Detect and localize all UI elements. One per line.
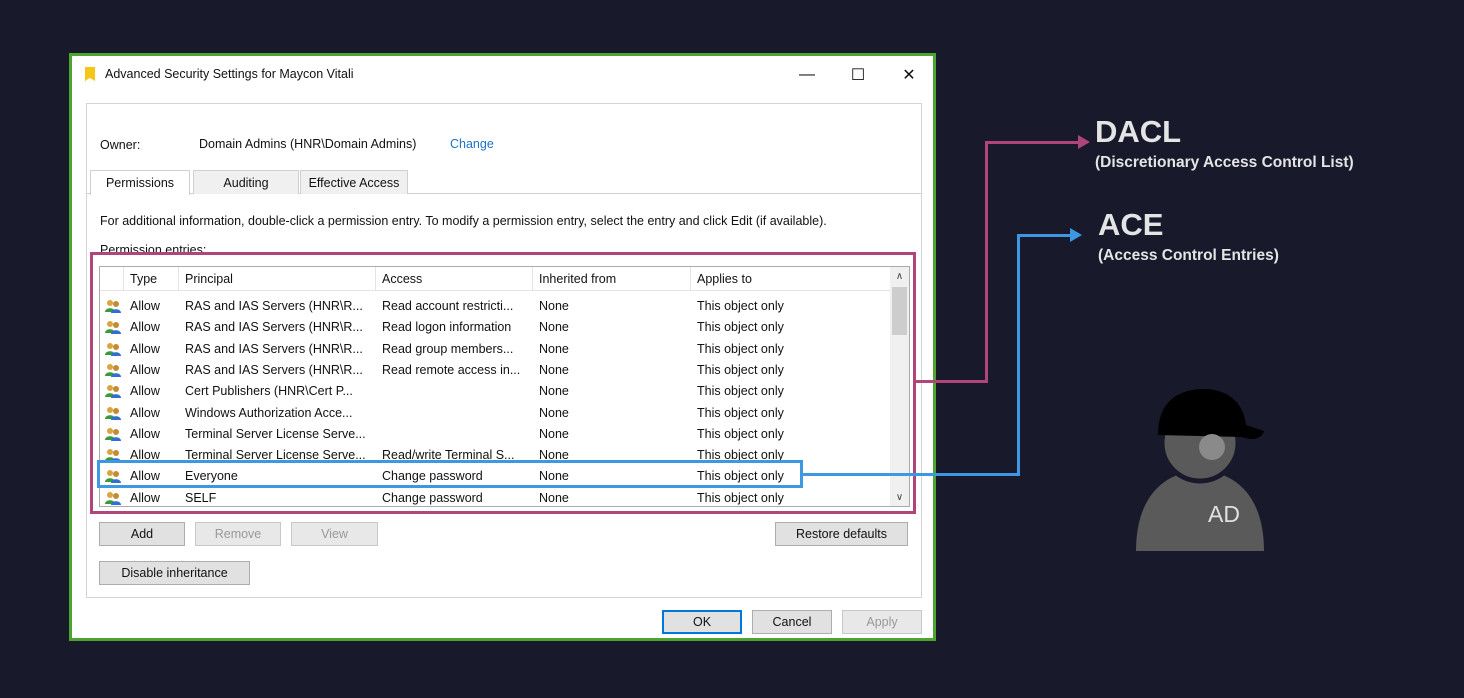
ace-title: ACE bbox=[1098, 207, 1164, 242]
ace-arrow-icon bbox=[1070, 228, 1082, 242]
dacl-connector-v bbox=[985, 141, 988, 383]
window-title: Advanced Security Settings for Maycon Vi… bbox=[105, 67, 354, 81]
owner-value: Domain Admins (HNR\Domain Admins) bbox=[199, 137, 417, 151]
restore-defaults-button[interactable]: Restore defaults bbox=[775, 522, 908, 546]
dacl-subtitle: (Discretionary Access Control List) bbox=[1095, 154, 1354, 171]
maximize-button[interactable]: ☐ bbox=[835, 61, 881, 89]
add-button[interactable]: Add bbox=[99, 522, 185, 546]
view-button[interactable]: View bbox=[291, 522, 378, 546]
dacl-connector-h1 bbox=[916, 380, 988, 383]
cancel-button[interactable]: Cancel bbox=[752, 610, 832, 634]
ok-button[interactable]: OK bbox=[662, 610, 742, 634]
tab-effective-access[interactable]: Effective Access bbox=[300, 170, 408, 194]
owner-label: Owner: bbox=[100, 138, 141, 152]
close-button[interactable]: ✕ bbox=[886, 61, 932, 89]
dacl-connector-h2 bbox=[985, 141, 1081, 144]
dacl-arrow-icon bbox=[1078, 135, 1090, 149]
ace-connector-h1 bbox=[803, 473, 1020, 476]
apply-button[interactable]: Apply bbox=[842, 610, 922, 634]
ace-highlight-box bbox=[97, 460, 803, 488]
disable-inheritance-button[interactable]: Disable inheritance bbox=[99, 561, 250, 585]
tab-auditing[interactable]: Auditing bbox=[193, 170, 299, 194]
hacker-avatar-icon bbox=[1136, 389, 1264, 551]
tab-strip: Permissions Auditing Effective Access bbox=[87, 170, 921, 195]
change-owner-link[interactable]: Change bbox=[450, 137, 494, 151]
folder-icon bbox=[85, 67, 95, 81]
ace-connector-v bbox=[1017, 234, 1020, 476]
info-text: For additional information, double-click… bbox=[100, 214, 827, 228]
remove-button[interactable]: Remove bbox=[195, 522, 281, 546]
minimize-button[interactable]: — bbox=[784, 61, 830, 89]
avatar-label: AD bbox=[1208, 501, 1240, 527]
ace-subtitle: (Access Control Entries) bbox=[1098, 247, 1279, 264]
title-bar[interactable]: Advanced Security Settings for Maycon Vi… bbox=[72, 56, 933, 92]
dacl-title: DACL bbox=[1095, 114, 1182, 149]
tab-permissions[interactable]: Permissions bbox=[90, 170, 190, 195]
ace-connector-h2 bbox=[1017, 234, 1073, 237]
